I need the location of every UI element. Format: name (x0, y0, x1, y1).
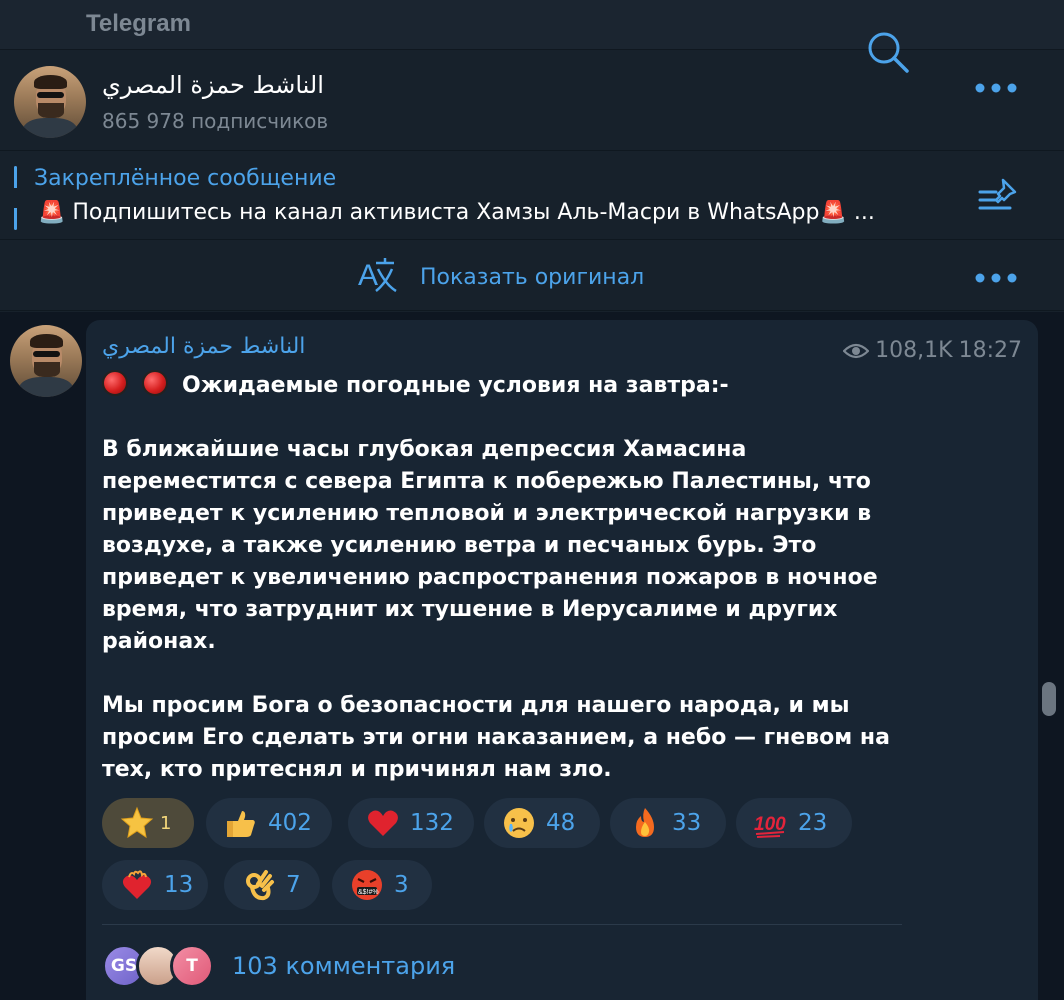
heart-on-fire-icon (122, 870, 152, 899)
post-divider (102, 924, 902, 925)
post-meta: 108,1K 18:27 (843, 338, 1022, 363)
translate-icon: A (358, 258, 397, 293)
pinned-list-icon[interactable] (976, 176, 1022, 216)
reaction-hundred[interactable]: 100 23 (736, 798, 852, 848)
pinned-title: Закреплённое сообщение (34, 166, 337, 191)
svg-text:&$!#%: &$!#% (358, 889, 379, 896)
svg-text:A: A (358, 259, 378, 292)
channel-avatar[interactable] (14, 66, 86, 138)
app-title: Telegram (86, 10, 191, 37)
star-icon (120, 806, 154, 839)
hundred-points-icon: 100 (754, 814, 786, 838)
reaction-fire[interactable]: 33 (610, 798, 726, 848)
translate-more-icon[interactable] (974, 268, 1018, 288)
reaction-star[interactable]: 1 (102, 798, 194, 848)
red-circle-icon (102, 370, 128, 396)
message-feed[interactable]: الناشط حمزة المصري 108,1K 18:27 Ожидаемы… (0, 312, 1064, 1000)
pinned-indicator (14, 166, 17, 230)
reaction-heart-on-fire[interactable]: 13 (102, 860, 208, 910)
show-original-button[interactable]: Показать оригинал (420, 265, 644, 290)
reaction-heart[interactable]: 132 (348, 798, 474, 848)
view-count: 108,1K (875, 338, 953, 363)
message-author-avatar[interactable] (10, 325, 82, 397)
feed-scrollbar[interactable] (1042, 682, 1056, 716)
post-paragraph: Мы просим Бога о безопасности для нашего… (102, 693, 890, 782)
translate-bar[interactable]: A Показать оригинал (0, 241, 1064, 311)
reaction-thumbs-up[interactable]: 402 (206, 798, 332, 848)
post-paragraph: В ближайшие часы глубокая депрессия Хама… (102, 437, 878, 654)
comments-link[interactable]: GS T 103 комментария (102, 944, 455, 988)
views-eye-icon (843, 343, 870, 358)
channel-name[interactable]: الناشط حمزة المصري (102, 71, 324, 99)
red-circle-icon (142, 370, 168, 396)
reaction-cursing[interactable]: &$!#% 3 (332, 860, 432, 910)
post-text: Ожидаемые погодные условия на завтра:- В… (102, 370, 922, 786)
channel-post[interactable]: الناشط حمزة المصري 108,1K 18:27 Ожидаемы… (86, 320, 1038, 1000)
heart-icon (368, 810, 398, 836)
post-headline: Ожидаемые погодные условия на завтра:- (102, 370, 922, 402)
post-time: 18:27 (958, 338, 1022, 363)
reaction-ok-hand[interactable]: 7 (224, 860, 320, 910)
crying-face-icon (504, 808, 534, 838)
commenter-avatar: T (170, 944, 214, 988)
pinned-text: 🚨 Подпишитесь на канал активиста Хамзы А… (38, 200, 875, 225)
pinned-message-bar[interactable]: Закреплённое сообщение 🚨 Подпишитесь на … (0, 152, 1064, 240)
ok-hand-icon (246, 870, 274, 901)
more-options-icon[interactable] (974, 78, 1018, 98)
search-icon[interactable] (866, 30, 910, 74)
fire-icon (636, 808, 654, 837)
thumbs-up-icon (227, 811, 255, 837)
subscriber-count: 865 978 подписчиков (102, 109, 329, 133)
post-author[interactable]: الناشط حمزة المصري (102, 334, 305, 359)
cursing-face-icon: &$!#% (352, 870, 382, 900)
reaction-crying[interactable]: 48 (484, 798, 600, 848)
comments-count-label: 103 комментария (232, 952, 456, 980)
